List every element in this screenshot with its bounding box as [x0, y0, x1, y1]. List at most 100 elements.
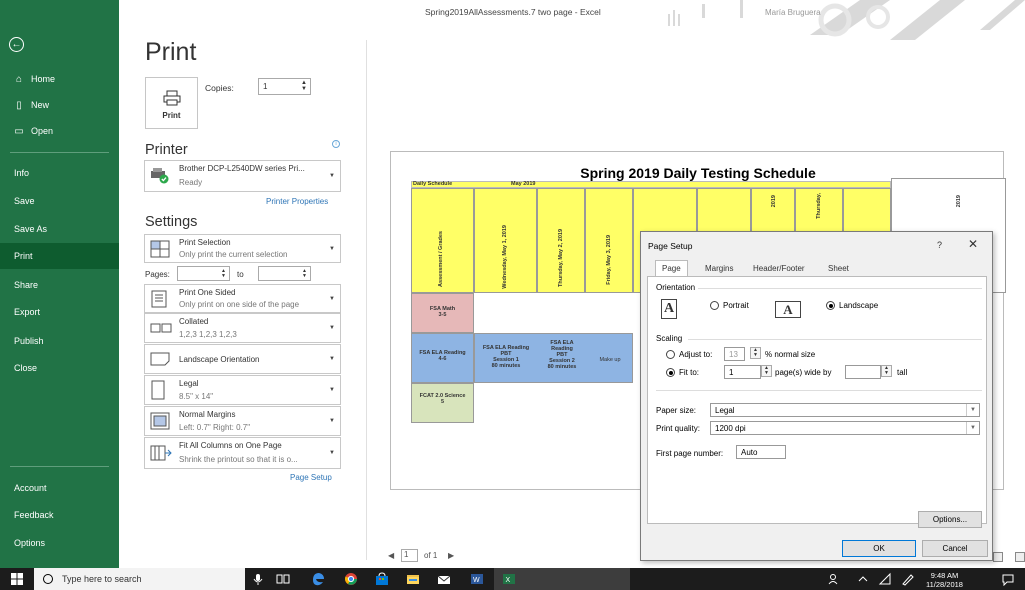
collated-icon [150, 323, 172, 333]
paper-subtitle: 8.5" x 14" [179, 392, 214, 401]
nav-close[interactable]: Close [0, 355, 119, 381]
nav-open[interactable]: ▭ Open [0, 118, 119, 144]
taskbar-search-box[interactable]: Type here to search [34, 568, 245, 590]
collation-dropdown[interactable]: Collated 1,2,3 1,2,3 1,2,3 ▼ [144, 313, 341, 343]
paper-size-label: Paper size: [656, 406, 697, 415]
nav-save-as[interactable]: Save As [0, 216, 119, 242]
chrome-icon[interactable] [344, 572, 358, 586]
zoom-to-page-icon[interactable] [1015, 552, 1025, 562]
windows-start-icon[interactable] [10, 572, 24, 586]
user-name[interactable]: María Bruguera [765, 8, 821, 17]
landscape-radio[interactable] [826, 301, 835, 310]
microphone-icon[interactable] [251, 572, 265, 586]
spinner-arrows-icon[interactable]: ▲ ▼ [301, 80, 307, 92]
info-icon[interactable]: i [332, 140, 340, 148]
nav-print[interactable]: Print [0, 243, 119, 269]
nav-publish[interactable]: Publish [0, 328, 119, 354]
paper-size-select[interactable]: Legal ▼ [710, 403, 980, 417]
people-icon[interactable] [827, 572, 841, 586]
task-view-icon[interactable] [276, 572, 290, 586]
col-header: Thursday, May 2, 2019 [558, 229, 564, 287]
show-margins-icon[interactable] [993, 552, 1003, 562]
nav-save[interactable]: Save [0, 188, 119, 214]
fit-to-label[interactable]: Fit to: [679, 368, 699, 377]
orientation-dropdown[interactable]: Landscape Orientation ▼ [144, 344, 341, 374]
network-icon[interactable] [878, 572, 892, 586]
settings-heading: Settings [145, 214, 198, 230]
excel-icon[interactable]: X [502, 572, 516, 586]
fit-wide-input[interactable]: 1 [724, 365, 761, 379]
adjust-to-label[interactable]: Adjust to: [679, 350, 712, 359]
margins-dropdown[interactable]: Normal Margins Left: 0.7" Right: 0.7" ▼ [144, 406, 341, 436]
notifications-icon[interactable] [1001, 572, 1015, 586]
header-daily-schedule: Daily Schedule [413, 181, 453, 187]
spinner-arrows-icon[interactable]: ▲ ▼ [302, 269, 307, 279]
spinner-arrows-icon[interactable]: ▲ ▼ [750, 347, 761, 359]
home-icon: ⌂ [15, 73, 23, 85]
chevron-down-icon: ▼ [329, 387, 335, 393]
print-selection-dropdown[interactable]: Print Selection Only print the current s… [144, 234, 341, 263]
taskbar-clock[interactable]: 9:48 AM 11/28/2018 [926, 571, 963, 589]
print-quality-select[interactable]: 1200 dpi ▼ [710, 421, 980, 435]
sides-subtitle: Only print on one side of the page [179, 300, 300, 309]
copies-input[interactable]: 1 ▲ ▼ [258, 78, 311, 95]
page-setup-link[interactable]: Page Setup [290, 473, 332, 482]
page-navigator: ◀ 1 of 1 ▶ [388, 549, 454, 562]
paper-size-dropdown[interactable]: Legal 8.5" x 14" ▼ [144, 375, 341, 405]
nav-new[interactable]: ▯ New [0, 92, 119, 118]
help-button[interactable]: ? [937, 240, 942, 250]
nav-share[interactable]: Share [0, 272, 119, 298]
ok-button[interactable]: OK [842, 540, 916, 557]
word-icon[interactable]: W [470, 572, 484, 586]
cancel-button[interactable]: Cancel [922, 540, 988, 557]
file-explorer-icon[interactable] [406, 572, 420, 586]
chevron-down-icon: ▼ [329, 325, 335, 331]
printer-dropdown[interactable]: Brother DCP-L2540DW series Pri... Ready … [144, 160, 341, 192]
page-setup-dialog: Page Setup ? ✕ Page Margins Header/Foote… [640, 231, 993, 561]
chevron-up-icon[interactable] [856, 572, 870, 586]
pages-from-input[interactable]: ▲ ▼ [177, 266, 230, 281]
portrait-label[interactable]: Portrait [723, 301, 749, 310]
scaling-dropdown[interactable]: Fit All Columns on One Page Shrink the p… [144, 437, 341, 469]
landscape-label[interactable]: Landscape [839, 301, 878, 310]
first-page-input[interactable]: Auto [736, 445, 786, 459]
spinner-arrows-icon[interactable]: ▲ ▼ [881, 365, 892, 377]
nav-account[interactable]: Account [0, 475, 119, 501]
tab-header-footer[interactable]: Header/Footer [746, 260, 812, 276]
scaling-title: Fit All Columns on One Page [179, 441, 282, 450]
page-number-input[interactable]: 1 [401, 549, 418, 562]
portrait-radio[interactable] [710, 301, 719, 310]
pen-icon[interactable] [901, 572, 915, 586]
back-arrow-icon[interactable]: ← [9, 37, 24, 52]
sides-dropdown[interactable]: Print One Sided Only print on one side o… [144, 284, 341, 313]
store-icon[interactable] [375, 572, 389, 586]
fit-to-radio[interactable] [666, 368, 675, 377]
nav-home[interactable]: ⌂ Home [0, 66, 119, 92]
nav-export[interactable]: Export [0, 299, 119, 325]
print-button[interactable]: Print [145, 77, 198, 129]
nav-info[interactable]: Info [0, 160, 119, 186]
close-icon[interactable]: ✕ [968, 237, 978, 251]
prev-page-icon[interactable]: ◀ [388, 551, 394, 560]
chevron-down-icon: ▼ [329, 450, 335, 456]
fit-tall-input[interactable] [845, 365, 881, 379]
nav-feedback[interactable]: Feedback [0, 502, 119, 528]
nav-options[interactable]: Options [0, 530, 119, 556]
landscape-orientation-icon [150, 352, 170, 366]
next-page-icon[interactable]: ▶ [448, 551, 454, 560]
options-button[interactable]: Options... [918, 511, 982, 528]
spinner-arrows-icon[interactable]: ▲ ▼ [221, 269, 226, 279]
printer-properties-link[interactable]: Printer Properties [266, 197, 328, 206]
tab-sheet[interactable]: Sheet [821, 260, 856, 276]
tab-margins[interactable]: Margins [698, 260, 740, 276]
spinner-arrows-icon[interactable]: ▲ ▼ [761, 365, 772, 377]
pages-to-input[interactable]: ▲ ▼ [258, 266, 311, 281]
edge-browser-icon[interactable] [311, 572, 325, 586]
chevron-down-icon: ▼ [329, 295, 335, 302]
mail-icon[interactable] [437, 572, 451, 586]
tab-page[interactable]: Page [655, 260, 688, 277]
adjust-to-radio[interactable] [666, 350, 675, 359]
clock-date: 11/28/2018 [926, 580, 963, 589]
adjust-percent-input[interactable]: 13 [724, 347, 745, 361]
col-header-partial: 2019 [956, 195, 962, 208]
